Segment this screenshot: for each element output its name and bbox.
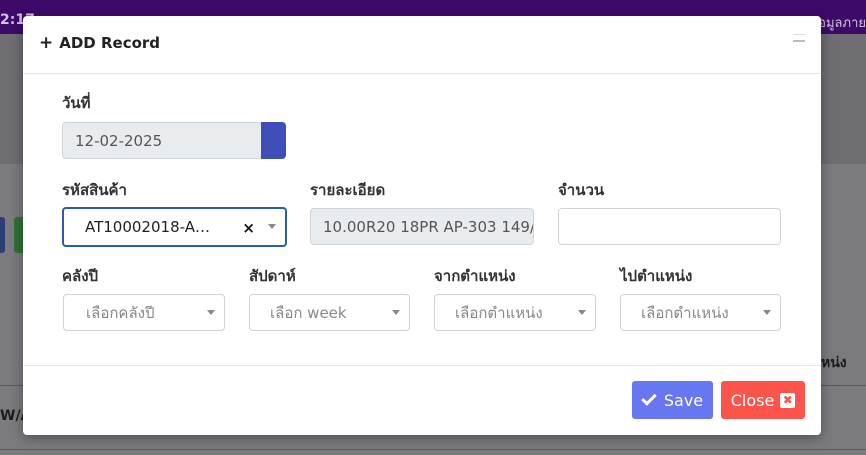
clear-icon[interactable]: × (242, 219, 255, 237)
add-record-modal: + ADD Record วันที่ 12-02-2025 รหัสสินค้า… (23, 16, 821, 435)
close-button-label: Close (730, 390, 775, 410)
save-button[interactable]: Save (632, 381, 713, 419)
chevron-down-icon (207, 310, 215, 315)
quantity-input[interactable] (558, 208, 781, 245)
description-input: 10.00R20 18PR AP-303 149/ (310, 208, 534, 245)
background-blue-button (0, 217, 5, 253)
date-value: 12-02-2025 (75, 131, 163, 150)
warehouse-year-select[interactable]: เลือกคลังปี (63, 294, 225, 331)
warehouse-year-label: คลังปี (62, 267, 99, 285)
modal-title-text: ADD Record (59, 34, 161, 52)
table-column-header-fragment: หน่ง (821, 355, 847, 371)
close-button[interactable]: Close ✖ (721, 381, 805, 419)
warehouse-year-placeholder: เลือกคลังปี (86, 303, 155, 322)
modal-footer-divider (23, 365, 821, 366)
product-code-value: AT10002018-A… (85, 218, 210, 236)
product-code-select[interactable]: AT10002018-A… × (62, 207, 287, 247)
product-code-label: รหัสสินค้า (62, 181, 127, 199)
chevron-down-icon (578, 310, 586, 315)
from-location-label: จากตำแหน่ง (434, 267, 516, 285)
description-label: รายละเอียด (310, 181, 386, 199)
from-location-placeholder: เลือกตำแหน่ง (455, 303, 543, 322)
to-location-placeholder: เลือกตำแหน่ง (641, 303, 729, 322)
description-value: 10.00R20 18PR AP-303 149/ (323, 217, 534, 236)
quantity-label: จำนวน (558, 181, 605, 199)
week-label: สัปดาห์ (249, 267, 296, 285)
chevron-down-icon (763, 310, 771, 315)
minimize-icon[interactable] (793, 34, 805, 42)
save-button-label: Save (663, 390, 704, 410)
chevron-down-icon (268, 224, 276, 229)
week-placeholder: เลือก week (270, 303, 347, 322)
plus-icon: + (39, 33, 54, 53)
modal-title: + ADD Record (39, 34, 160, 52)
close-icon: ✖ (780, 392, 796, 408)
chevron-down-icon (392, 310, 400, 315)
from-location-select[interactable]: เลือกตำแหน่ง (434, 294, 596, 331)
check-icon (641, 390, 657, 406)
week-select[interactable]: เลือก week (249, 294, 410, 331)
date-input[interactable]: 12-02-2025 (62, 122, 262, 159)
to-location-select[interactable]: เลือกตำแหน่ง (620, 294, 781, 331)
table-divider (0, 449, 866, 450)
to-location-label: ไปตำแหน่ง (620, 267, 693, 285)
modal-header: + ADD Record (23, 16, 821, 74)
date-label: วันที่ (62, 94, 91, 112)
calendar-button[interactable] (261, 122, 286, 159)
